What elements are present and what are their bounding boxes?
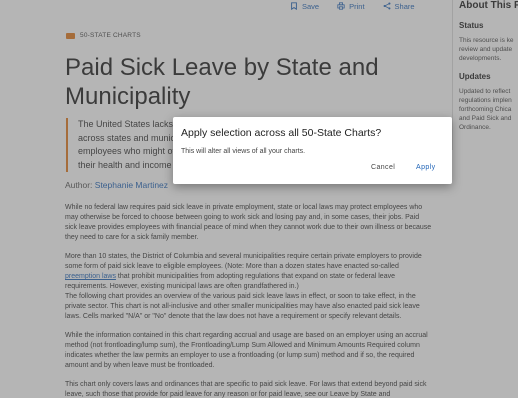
modal-backdrop[interactable]	[0, 0, 518, 398]
cancel-button[interactable]: Cancel	[371, 164, 395, 171]
dialog-title: Apply selection across all 50-State Char…	[181, 127, 382, 139]
apply-button[interactable]: Apply	[416, 164, 436, 171]
confirm-dialog: Apply selection across all 50-State Char…	[173, 117, 452, 184]
dialog-message: This will alter all views of all your ch…	[181, 148, 306, 155]
